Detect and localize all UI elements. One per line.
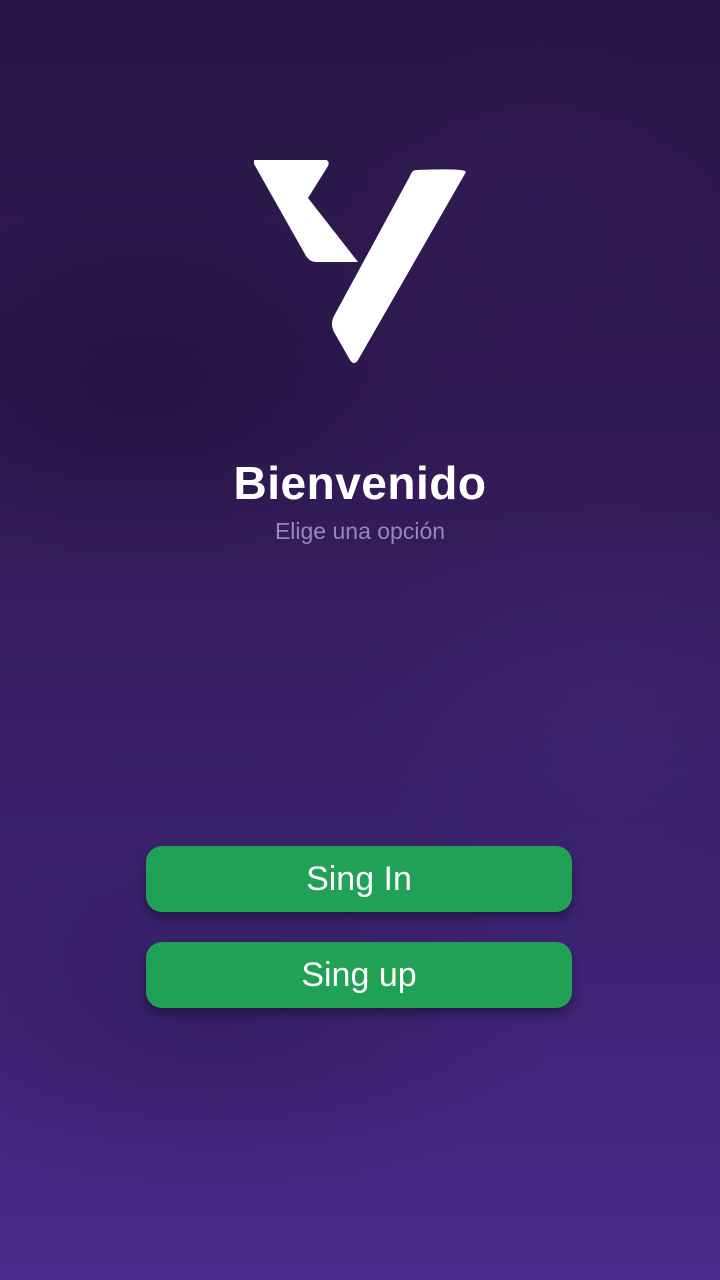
sign-up-button[interactable]: Sing up [146,942,572,1008]
welcome-subtitle: Elige una opción [274,518,446,544]
sign-in-button[interactable]: Sing In [146,846,572,912]
welcome-title: Bienvenido [233,457,487,509]
welcome-screen: Bienvenido Elige una opción Sing In Sing… [0,0,720,1280]
v-logo-icon [254,160,466,363]
